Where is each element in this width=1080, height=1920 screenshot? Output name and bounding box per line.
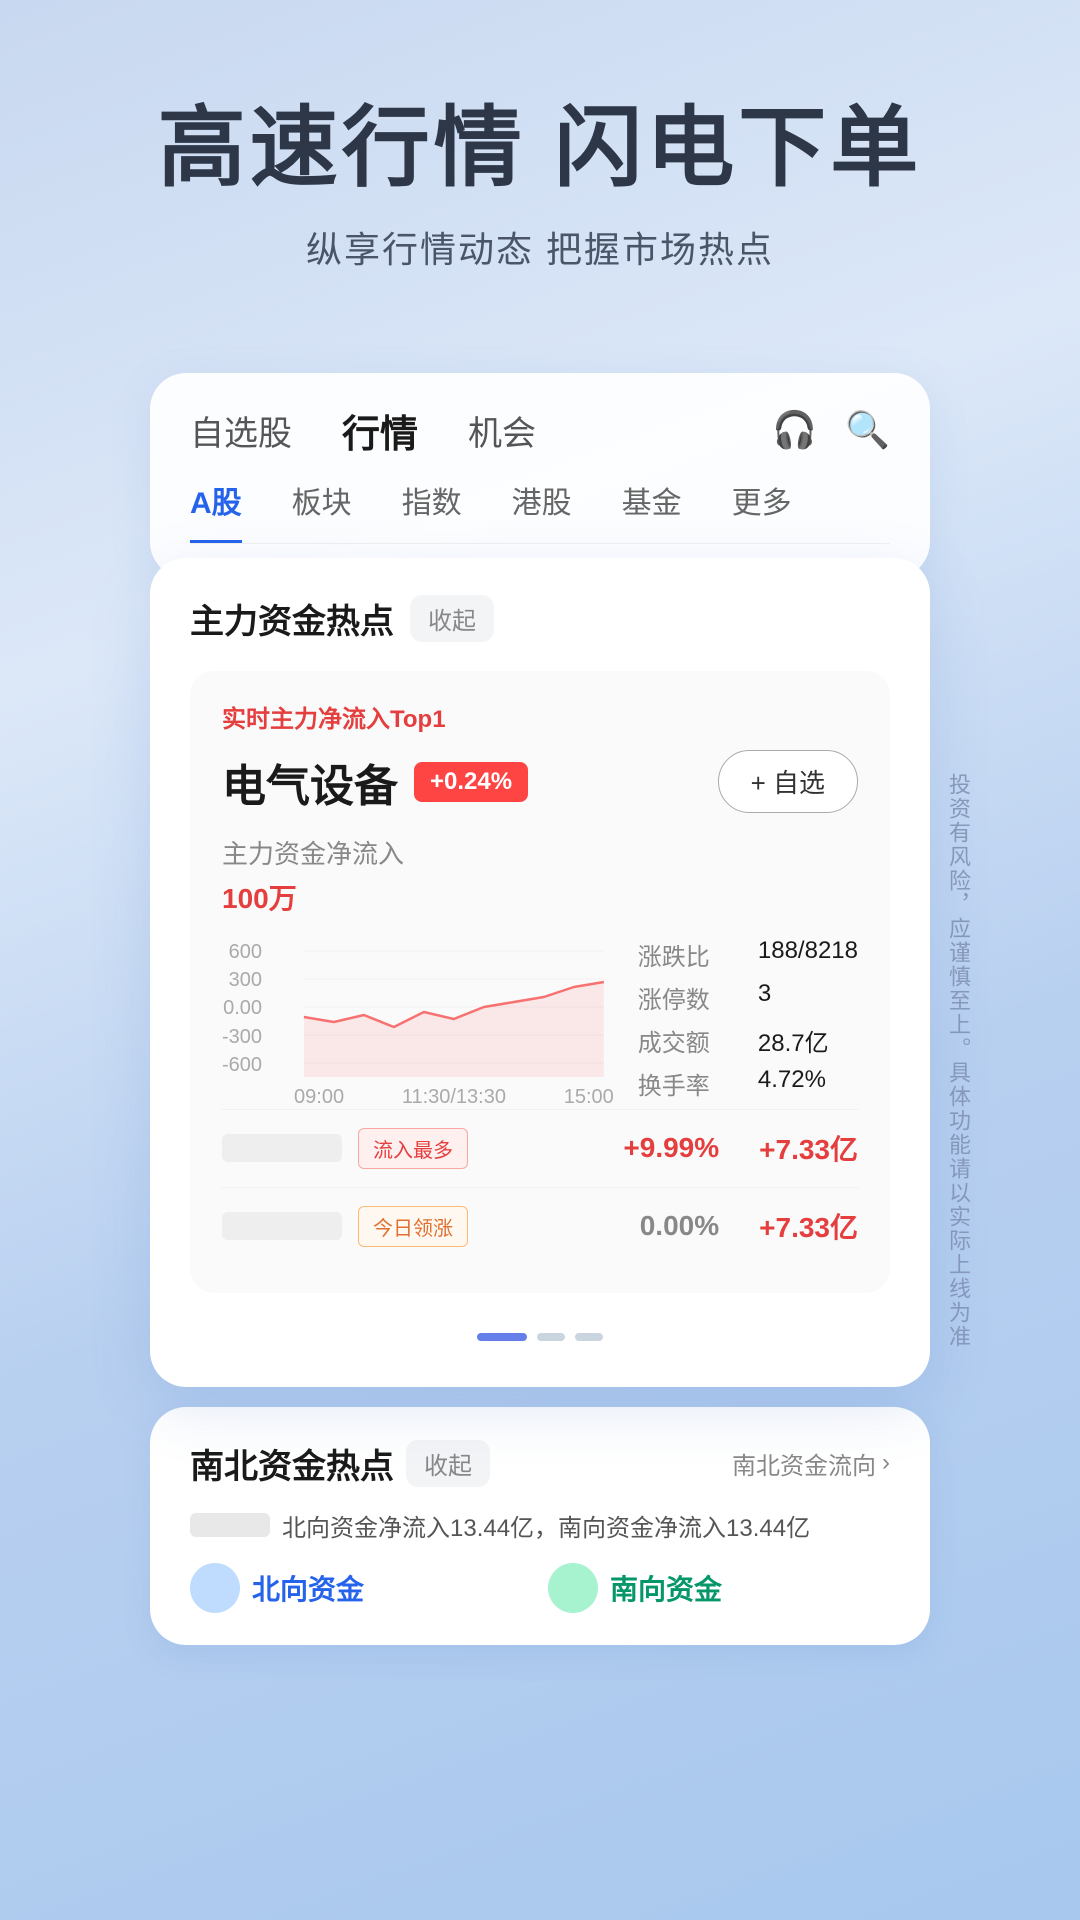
chevron-right-icon: › (882, 1449, 890, 1477)
flow-info-row: 北向资金净流入13.44亿，南向资金净流入13.44亿 (190, 1508, 890, 1543)
stock-amt-2: +7.33亿 (759, 1206, 858, 1246)
fund-south-item[interactable]: 南向资金 (548, 1563, 890, 1613)
stock-flow-value: 100万 (222, 877, 858, 917)
x-label-mid: 11:30/13:30 (402, 1086, 506, 1109)
tab-market[interactable]: 行情 (342, 403, 418, 458)
bottom-collapse-button[interactable]: 收起 (406, 1440, 490, 1487)
chart-x-axis: 09:00 11:30/13:30 15:00 (294, 1086, 614, 1109)
main-fund-card: 主力资金热点 收起 实时主力净流入Top1 电气设备 +0.24% + 自选 主… (150, 558, 930, 1387)
tag-lead-today: 今日领涨 (358, 1206, 468, 1247)
fund-north-icon (190, 1563, 240, 1613)
stat-value-limit-up: 3 (758, 980, 858, 1015)
flow-name-blur (190, 1513, 270, 1537)
stock-name-row: 电气设备 +0.24% + 自选 (222, 750, 858, 814)
y-label-600: 600 (222, 941, 262, 964)
fund-south-icon (548, 1563, 598, 1613)
bottom-card-header: 南北资金热点 收起 南北资金流向 › (190, 1439, 890, 1488)
main-nav-tabs: 自选股 行情 机会 🎧 🔍 (190, 403, 890, 458)
chart-area: 09:00 11:30/13:30 15:00 (294, 937, 614, 1109)
fund-row: 北向资金 南向资金 (190, 1563, 890, 1613)
main-card-title: 主力资金热点 (190, 594, 394, 643)
fund-south-label: 南向资金 (610, 1568, 722, 1608)
subtab-hkstock[interactable]: 港股 (512, 478, 572, 543)
stock-name-blur-1 (222, 1134, 342, 1162)
tab-watchlist[interactable]: 自选股 (190, 406, 292, 455)
y-label-0: 0.00 (222, 997, 262, 1020)
stock-flow-label: 主力资金净流入 (222, 834, 858, 871)
dot-1 (537, 1333, 565, 1341)
x-label-close: 15:00 (564, 1086, 614, 1109)
stock-amt-1: +7.33亿 (759, 1128, 858, 1168)
subtab-fund[interactable]: 基金 (622, 478, 682, 543)
y-label-300: 300 (222, 969, 262, 992)
hero-section: 高速行情 闪电下单 纵享行情动态 把握市场热点 (0, 0, 1080, 333)
x-label-open: 09:00 (294, 1086, 344, 1109)
y-label-neg600: -600 (222, 1054, 262, 1077)
stock-pct-2: 0.00% (640, 1210, 719, 1242)
stat-value-volume: 28.7亿 (758, 1023, 858, 1058)
fund-north-item[interactable]: 北向资金 (190, 1563, 532, 1613)
flow-direction-text: 南北资金流向 (732, 1446, 876, 1481)
headphone-icon[interactable]: 🎧 (772, 409, 817, 451)
stock-row-2[interactable]: 今日领涨 0.00% +7.33亿 (222, 1187, 858, 1265)
stat-label-turnover: 换手率 (638, 1066, 738, 1101)
subtab-sector[interactable]: 板块 (292, 478, 352, 543)
y-label-neg300: -300 (222, 1026, 262, 1049)
subtab-index[interactable]: 指数 (402, 478, 462, 543)
stock-name-blur-2 (222, 1212, 342, 1240)
stock-rank-label: 实时主力净流入Top1 (222, 699, 858, 734)
stock-row-1[interactable]: 流入最多 +9.99% +7.33亿 (222, 1109, 858, 1187)
flow-info-text: 北向资金净流入13.44亿，南向资金净流入13.44亿 (282, 1508, 810, 1543)
stat-label-rise-ratio: 涨跌比 (638, 937, 738, 972)
stat-value-turnover: 4.72% (758, 1066, 858, 1101)
fund-north-label: 北向资金 (252, 1568, 364, 1608)
tab-opportunity[interactable]: 机会 (468, 406, 536, 455)
bottom-fund-card: 南北资金热点 收起 南北资金流向 › 北向资金净流入13.44亿，南向资金净流入… (150, 1407, 930, 1645)
bottom-card-title: 南北资金热点 (190, 1439, 394, 1488)
pagination-dots (190, 1313, 890, 1351)
flow-direction-link[interactable]: 南北资金流向 › (732, 1446, 890, 1481)
chart-y-axis: 600 300 0.00 -300 -600 (222, 937, 262, 1077)
stat-value-rise-ratio: 188/8218 (758, 937, 858, 972)
subtab-ashare[interactable]: A股 (190, 478, 242, 543)
stock-name: 电气设备 (222, 750, 398, 814)
stat-label-limit-up: 涨停数 (638, 980, 738, 1015)
main-collapse-button[interactable]: 收起 (410, 595, 494, 642)
stats-grid: 涨跌比 188/8218 涨停数 3 成交额 28.7亿 换手率 4.72% (638, 937, 858, 1101)
chart-stats-container: 600 300 0.00 -300 -600 (222, 937, 858, 1109)
subtab-more[interactable]: 更多 (732, 478, 792, 543)
dot-active (477, 1333, 527, 1341)
dot-2 (575, 1333, 603, 1341)
hero-subtitle: 纵享行情动态 把握市场热点 (60, 221, 1020, 273)
stock-pct-1: +9.99% (623, 1132, 719, 1164)
sub-nav-tabs: A股 板块 指数 港股 基金 更多 (190, 478, 890, 544)
stock-change-badge: +0.24% (414, 762, 528, 802)
side-disclaimer: 投资有风险，应谨慎至上。具体功能请以实际上线为准 (936, 773, 980, 1349)
hero-title: 高速行情 闪电下单 (60, 100, 1020, 197)
stat-label-volume: 成交额 (638, 1023, 738, 1058)
main-card-header: 主力资金热点 收起 (190, 594, 890, 643)
search-icon[interactable]: 🔍 (845, 409, 890, 451)
tag-flow-most: 流入最多 (358, 1128, 468, 1169)
stock-inner-card: 实时主力净流入Top1 电气设备 +0.24% + 自选 主力资金净流入 100… (190, 671, 890, 1293)
add-watchlist-button[interactable]: + 自选 (718, 750, 858, 813)
flow-chart-svg (294, 937, 614, 1077)
top-nav-card: 自选股 行情 机会 🎧 🔍 A股 板块 指数 港股 基金 更多 (150, 373, 930, 578)
